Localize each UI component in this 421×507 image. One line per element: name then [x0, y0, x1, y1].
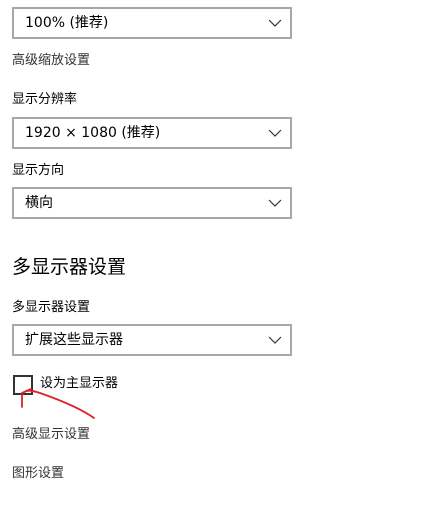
orientation-label: 显示方向	[12, 163, 65, 178]
resolution-label: 显示分辨率	[12, 92, 78, 107]
chevron-down-icon	[268, 19, 282, 27]
orientation-dropdown[interactable]: 横向	[12, 187, 292, 219]
multi-display-heading: 多显示器设置	[12, 256, 127, 278]
multi-display-dropdown[interactable]: 扩展这些显示器	[12, 324, 292, 356]
make-main-display-label[interactable]: 设为主显示器	[40, 376, 118, 392]
advanced-display-settings-link[interactable]: 高级显示设置	[12, 427, 90, 443]
orientation-dropdown-value: 横向	[25, 195, 53, 211]
scale-dropdown[interactable]: 100% (推荐)	[12, 7, 292, 39]
resolution-dropdown-value: 1920 × 1080 (推荐)	[25, 125, 161, 141]
make-main-display-checkbox[interactable]	[13, 375, 33, 395]
resolution-dropdown[interactable]: 1920 × 1080 (推荐)	[12, 117, 292, 149]
chevron-down-icon	[268, 336, 282, 344]
chevron-down-icon	[268, 199, 282, 207]
scale-dropdown-value: 100% (推荐)	[25, 15, 109, 31]
advanced-scaling-link[interactable]: 高级缩放设置	[12, 53, 90, 69]
graphics-settings-link[interactable]: 图形设置	[12, 466, 64, 482]
chevron-down-icon	[268, 129, 282, 137]
multi-display-dropdown-value: 扩展这些显示器	[25, 332, 123, 348]
multi-display-label: 多显示器设置	[12, 300, 91, 315]
